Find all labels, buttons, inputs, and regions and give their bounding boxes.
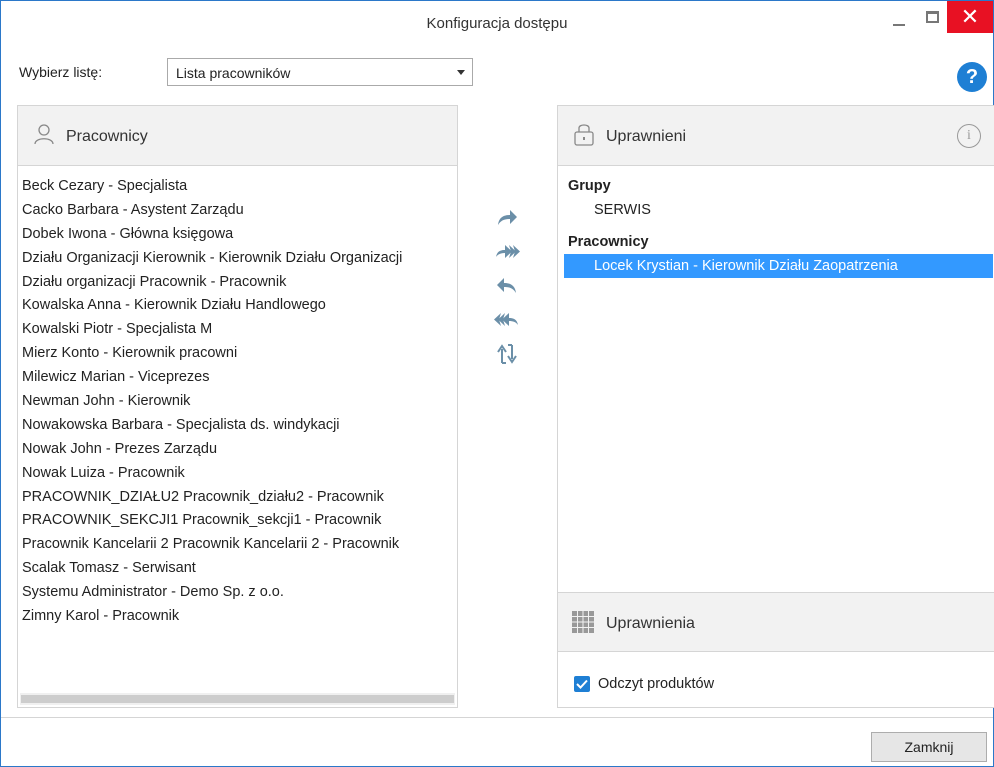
list-item[interactable]: Nowak John - Prezes Zarządu [22, 437, 458, 461]
authorized-employees-heading: Pracownicy [568, 234, 649, 250]
maximize-icon [925, 11, 939, 23]
list-select-value: Lista pracowników [176, 65, 291, 81]
checkbox[interactable] [574, 676, 590, 692]
employees-panel-header: Pracownicy [18, 106, 457, 166]
transfer-buttons [487, 201, 527, 371]
move-left-button[interactable] [487, 269, 527, 303]
list-item[interactable]: PRACOWNIK_SEKCJI1 Pracownik_sekcji1 - Pr… [22, 508, 458, 532]
list-item[interactable]: Nowakowska Barbara - Specjalista ds. win… [22, 413, 458, 437]
groups-heading: Grupy [568, 178, 611, 194]
move-all-right-button[interactable] [487, 235, 527, 269]
list-item[interactable]: Zimny Karol - Pracownik [22, 604, 458, 628]
help-icon: ? [965, 66, 979, 88]
swap-button[interactable] [487, 337, 527, 371]
permissions-header: Uprawnienia [558, 592, 994, 652]
close-button[interactable]: Zamknij [871, 732, 987, 762]
move-right-button[interactable] [487, 201, 527, 235]
swap-icon [497, 344, 517, 364]
window-title: Konfiguracja dostępu [426, 15, 568, 32]
list-item[interactable]: Milewicz Marian - Viceprezes [22, 365, 458, 389]
arrow-left-icon [497, 278, 516, 293]
double-arrow-right-icon [496, 245, 520, 258]
minimize-icon [893, 24, 905, 26]
group-item[interactable]: SERWIS [594, 202, 651, 218]
permissions-title: Uprawnienia [606, 615, 695, 632]
move-all-left-button[interactable] [487, 303, 527, 337]
scrollbar-thumb[interactable] [21, 695, 454, 703]
list-item[interactable]: Scalak Tomasz - Serwisant [22, 556, 458, 580]
read-products-permission[interactable]: Odczyt produktów [574, 676, 714, 692]
title-bar: Konfiguracja dostępu ✕ [1, 1, 993, 47]
employees-panel-title: Pracownicy [66, 128, 148, 145]
employees-panel: Pracownicy Beck Cezary - Specjalista Cac… [17, 105, 458, 708]
list-item[interactable]: Działu organizacji Pracownik - Pracownik [22, 270, 458, 294]
list-item[interactable]: Kowalski Piotr - Specjalista M [22, 317, 458, 341]
list-item[interactable]: Newman John - Kierownik [22, 389, 458, 413]
list-item[interactable]: Działu Organizacji Kierownik - Kierownik… [22, 246, 458, 270]
list-item[interactable]: Systemu Administrator - Demo Sp. z o.o. [22, 580, 458, 604]
arrow-right-icon [498, 210, 517, 225]
list-item[interactable]: PRACOWNIK_DZIAŁU2 Pracownik_działu2 - Pr… [22, 485, 458, 509]
list-item[interactable]: Pracownik Kancelarii 2 Pracownik Kancela… [22, 532, 458, 556]
authorized-panel-title: Uprawnieni [606, 128, 687, 145]
selected-employee-row[interactable]: Locek Krystian - Kierownik Działu Zaopat… [564, 254, 993, 278]
info-icon[interactable]: i [957, 124, 981, 148]
list-item[interactable]: Cacko Barbara - Asystent Zarządu [22, 198, 458, 222]
list-item[interactable]: Beck Cezary - Specjalista [22, 174, 458, 198]
close-icon: ✕ [960, 4, 980, 29]
list-selector-label: Wybierz listę: [19, 64, 103, 80]
minimize-button[interactable] [881, 1, 917, 33]
close-window-button[interactable]: ✕ [947, 1, 993, 33]
chevron-down-icon [457, 70, 465, 75]
list-item[interactable]: Mierz Konto - Kierownik pracowni [22, 341, 458, 365]
horizontal-scrollbar[interactable] [20, 693, 455, 705]
help-button[interactable]: ? [957, 62, 987, 92]
checkbox-label: Odczyt produktów [598, 676, 715, 692]
user-icon [34, 124, 54, 145]
list-item[interactable]: Dobek Iwona - Główna księgowa [22, 222, 458, 246]
authorized-panel-header: Uprawnieni i [558, 106, 994, 166]
employee-list[interactable]: Beck Cezary - Specjalista Cacko Barbara … [22, 174, 458, 686]
check-icon [576, 679, 588, 689]
list-item[interactable]: Nowak Luiza - Pracownik [22, 461, 458, 485]
list-select[interactable]: Lista pracowników [167, 58, 473, 86]
authorized-panel: Uprawnieni i Grupy SERWIS Pracownicy Loc… [557, 105, 994, 708]
maximize-button[interactable] [917, 1, 947, 33]
list-item[interactable]: Kowalska Anna - Kierownik Działu Handlow… [22, 293, 458, 317]
dialog-window: Konfiguracja dostępu ✕ Wybierz listę: Li… [0, 0, 994, 767]
dialog-footer: Zamknij [1, 717, 993, 767]
double-arrow-left-icon [494, 313, 518, 326]
grid-icon [572, 611, 594, 633]
lock-icon [574, 124, 594, 146]
